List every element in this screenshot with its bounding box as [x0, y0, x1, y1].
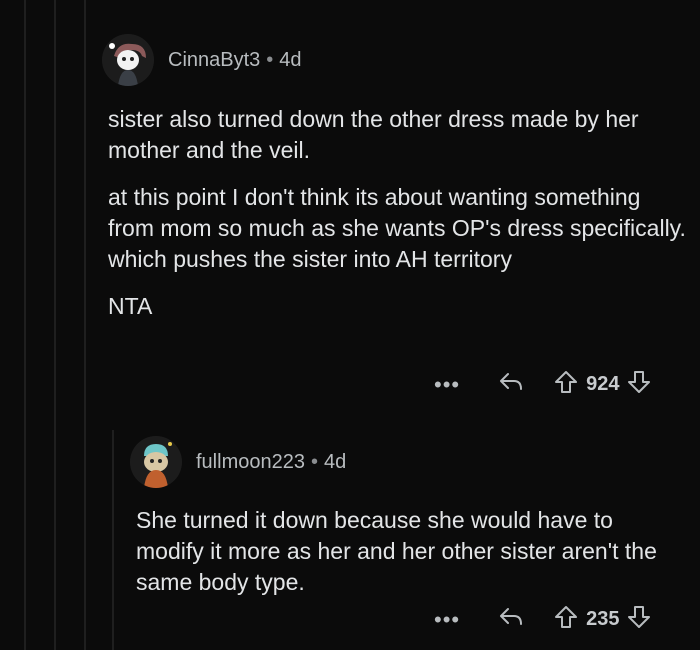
comment-age: 4d [323, 450, 347, 473]
username[interactable]: CinnaByt3 [168, 49, 260, 72]
downvote-icon[interactable] [627, 370, 651, 399]
downvote-icon[interactable] [627, 605, 651, 634]
thread-line-1[interactable] [24, 0, 26, 650]
avatar[interactable] [130, 436, 182, 488]
separator-dot: • [266, 48, 274, 71]
more-options-icon[interactable]: ••• [434, 607, 460, 633]
comment-paragraph: She turned it down because she would hav… [136, 507, 657, 595]
comment-body: sister also turned down the other dress … [108, 104, 688, 338]
comment-header: CinnaByt3 • 4d [102, 34, 302, 86]
separator-dot: • [310, 450, 318, 473]
thread-line-4[interactable] [112, 430, 114, 650]
comment-body: She turned it down because she would hav… [136, 505, 676, 614]
avatar[interactable] [102, 34, 154, 86]
comment-actions: ••• 235 [434, 605, 651, 634]
reply-icon[interactable] [498, 371, 524, 398]
upvote-icon[interactable] [554, 370, 578, 399]
reply-icon[interactable] [498, 606, 524, 633]
username[interactable]: fullmoon223 [196, 451, 305, 474]
thread-line-3[interactable] [84, 0, 86, 650]
more-options-icon[interactable]: ••• [434, 372, 460, 398]
comment-paragraph: at this point I don't think its about wa… [108, 184, 686, 272]
thread-line-2[interactable] [54, 0, 56, 650]
comment-age: 4d [279, 48, 302, 71]
vote-score: 235 [586, 608, 620, 630]
upvote-icon[interactable] [554, 605, 578, 634]
comment-actions: ••• 924 [434, 370, 651, 399]
comment-paragraph: sister also turned down the other dress … [108, 106, 639, 163]
comment-paragraph: NTA [108, 293, 153, 319]
comment-header: fullmoon223 • 4d [130, 436, 346, 488]
vote-score: 924 [586, 373, 620, 395]
